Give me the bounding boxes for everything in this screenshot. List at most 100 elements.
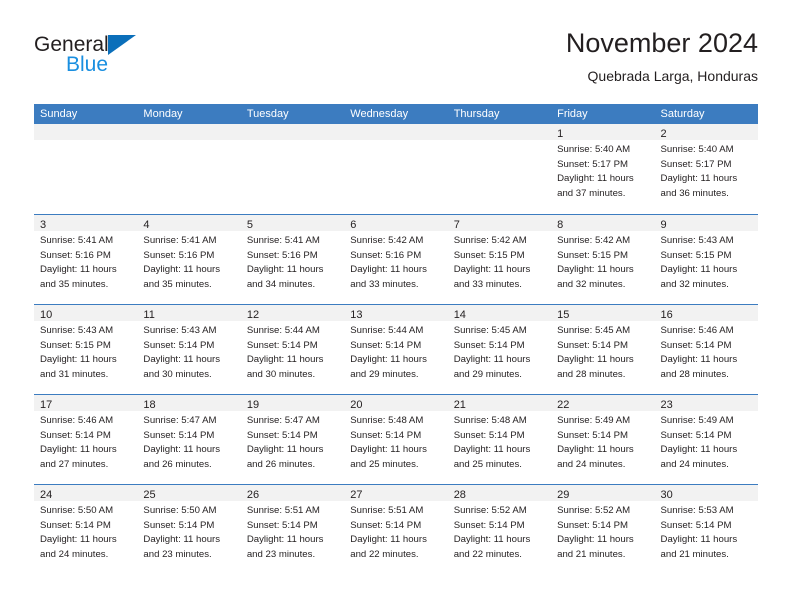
calendar-day-cell[interactable]: 19 Sunrise: 5:47 AM Sunset: 5:14 PM Dayligh…	[240, 395, 345, 484]
calendar-day-cell[interactable]: 3 Sunrise: 5:41 AM Sunset: 5:16 PM Daylight…	[34, 215, 138, 304]
sunrise-text: Sunrise: 5:44 AM	[246, 325, 320, 336]
calendar-day-cell[interactable]: 6 Sunrise: 5:42 AM Sunset: 5:16 PM Daylight…	[344, 215, 448, 304]
day-number: 24	[40, 489, 53, 501]
day-details: Sunrise: 5:47 AM Sunset: 5:14 PM Daylight:…	[241, 411, 344, 472]
daylight-text-line2: and 24 minutes.	[660, 458, 729, 470]
day-details: Sunrise: 5:46 AM Sunset: 5:14 PM Daylight:…	[34, 411, 137, 472]
day-number-band: 16	[654, 305, 758, 321]
calendar-day-cell[interactable]: 11 Sunrise: 5:43 AM Sunset: 5:14 PM Dayligh…	[137, 305, 241, 394]
sunrise-text: Sunrise: 5:46 AM	[40, 415, 114, 426]
calendar-day-cell[interactable]: 5 Sunrise: 5:41 AM Sunset: 5:16 PM Daylight…	[240, 215, 345, 304]
day-details: Sunrise: 5:47 AM Sunset: 5:14 PM Daylight:…	[137, 411, 240, 472]
calendar-cell-empty	[137, 124, 241, 214]
generalblue-logo[interactable]: General Blue	[34, 34, 214, 86]
calendar-day-cell[interactable]: 23 Sunrise: 5:49 AM Sunset: 5:14 PM Dayligh…	[654, 395, 758, 484]
daylight-text-line1: Daylight: 11 hours	[246, 444, 324, 456]
daylight-text-line2: and 35 minutes.	[143, 278, 212, 290]
day-number: 26	[246, 489, 260, 501]
calendar-day-cell[interactable]: 2 Sunrise: 5:40 AM Sunset: 5:17 PM Daylight…	[654, 124, 758, 214]
sunset-text: Sunset: 5:15 PM	[453, 249, 525, 261]
daylight-text-line1: Daylight: 11 hours	[143, 354, 221, 366]
sunrise-text: Sunrise: 5:41 AM	[143, 235, 217, 246]
day-number-band: 28	[447, 485, 552, 501]
calendar-week-row: 3 Sunrise: 5:41 AM Sunset: 5:16 PM Daylight…	[34, 214, 758, 304]
calendar-day-cell[interactable]: 21 Sunrise: 5:48 AM Sunset: 5:14 PM Dayligh…	[447, 395, 552, 484]
day-number-band: 21	[447, 395, 552, 411]
day-number: 19	[246, 399, 260, 411]
calendar-day-cell[interactable]: 1 Sunrise: 5:40 AM Sunset: 5:17 PM Daylight…	[551, 124, 655, 214]
day-details	[137, 140, 240, 143]
day-details: Sunrise: 5:49 AM Sunset: 5:14 PM Daylight:…	[551, 411, 654, 472]
calendar-day-cell[interactable]: 17 Sunrise: 5:46 AM Sunset: 5:14 PM Dayligh…	[34, 395, 138, 484]
sunset-text: Sunset: 5:16 PM	[143, 249, 215, 261]
daylight-text-line2: and 32 minutes.	[557, 278, 626, 290]
calendar-day-cell[interactable]: 13 Sunrise: 5:44 AM Sunset: 5:14 PM Dayligh…	[344, 305, 448, 394]
calendar-day-cell[interactable]: 10 Sunrise: 5:43 AM Sunset: 5:15 PM Dayligh…	[34, 305, 138, 394]
daylight-text-line2: and 22 minutes.	[350, 548, 419, 560]
day-details: Sunrise: 5:50 AM Sunset: 5:14 PM Daylight:…	[137, 501, 240, 562]
page-header: General Blue November 2024 Quebrada Larg…	[34, 26, 758, 98]
daylight-text-line2: and 30 minutes.	[143, 368, 212, 380]
day-number: 25	[143, 489, 156, 501]
sunrise-text: Sunrise: 5:43 AM	[143, 325, 217, 336]
day-number: 16	[660, 309, 673, 321]
daylight-text-line2: and 29 minutes.	[453, 368, 522, 380]
sunset-text: Sunset: 5:17 PM	[660, 158, 732, 170]
daylight-text-line1: Daylight: 11 hours	[453, 534, 531, 546]
day-details: Sunrise: 5:44 AM Sunset: 5:14 PM Daylight:…	[241, 321, 344, 382]
calendar-day-cell[interactable]: 30 Sunrise: 5:53 AM Sunset: 5:14 PM Dayligh…	[654, 485, 758, 574]
sunset-text: Sunset: 5:14 PM	[660, 339, 732, 351]
day-number-band: 2	[654, 124, 758, 140]
day-details: Sunrise: 5:40 AM Sunset: 5:17 PM Daylight:…	[551, 140, 654, 201]
day-number-band: 18	[137, 395, 241, 411]
sunrise-text: Sunrise: 5:50 AM	[143, 505, 217, 516]
calendar-day-cell[interactable]: 26 Sunrise: 5:51 AM Sunset: 5:14 PM Dayligh…	[240, 485, 345, 574]
calendar-day-cell[interactable]: 18 Sunrise: 5:47 AM Sunset: 5:14 PM Dayligh…	[137, 395, 241, 484]
sunrise-text: Sunrise: 5:51 AM	[246, 505, 320, 516]
sunrise-text: Sunrise: 5:45 AM	[557, 325, 631, 336]
daylight-text-line1: Daylight: 11 hours	[660, 173, 738, 185]
day-number: 1	[557, 128, 564, 140]
calendar-day-cell[interactable]: 15 Sunrise: 5:45 AM Sunset: 5:14 PM Dayligh…	[551, 305, 655, 394]
sunrise-text: Sunrise: 5:42 AM	[453, 235, 527, 246]
sunrise-text: Sunrise: 5:50 AM	[40, 505, 114, 516]
daylight-text-line1: Daylight: 11 hours	[40, 534, 117, 546]
daylight-text-line1: Daylight: 11 hours	[40, 354, 117, 366]
calendar-day-cell[interactable]: 20 Sunrise: 5:48 AM Sunset: 5:14 PM Dayligh…	[344, 395, 448, 484]
calendar-day-cell[interactable]: 29 Sunrise: 5:52 AM Sunset: 5:14 PM Dayligh…	[551, 485, 655, 574]
daylight-text-line2: and 30 minutes.	[246, 368, 316, 380]
calendar-day-cell[interactable]: 24 Sunrise: 5:50 AM Sunset: 5:14 PM Dayligh…	[34, 485, 138, 574]
calendar-day-cell[interactable]: 14 Sunrise: 5:45 AM Sunset: 5:14 PM Dayligh…	[447, 305, 552, 394]
daylight-text-line2: and 28 minutes.	[557, 368, 626, 380]
sunrise-text: Sunrise: 5:40 AM	[660, 144, 734, 155]
day-number: 11	[143, 309, 155, 321]
day-details: Sunrise: 5:43 AM Sunset: 5:15 PM Daylight:…	[655, 231, 758, 292]
day-number: 13	[350, 309, 363, 321]
calendar-day-cell[interactable]: 8 Sunrise: 5:42 AM Sunset: 5:15 PM Daylight…	[551, 215, 655, 304]
day-details	[448, 140, 551, 143]
calendar-day-cell[interactable]: 12 Sunrise: 5:44 AM Sunset: 5:14 PM Dayligh…	[240, 305, 345, 394]
calendar-week-row: 10 Sunrise: 5:43 AM Sunset: 5:15 PM Dayligh…	[34, 304, 758, 394]
weekday-header-sunday: Sunday	[40, 108, 78, 120]
day-number: 15	[557, 309, 570, 321]
calendar-weeks: 1 Sunrise: 5:40 AM Sunset: 5:17 PM Daylight…	[34, 124, 758, 574]
calendar-day-cell[interactable]: 4 Sunrise: 5:41 AM Sunset: 5:16 PM Daylight…	[137, 215, 241, 304]
sunset-text: Sunset: 5:14 PM	[40, 429, 111, 441]
day-number-band: 15	[551, 305, 655, 321]
sunset-text: Sunset: 5:14 PM	[350, 429, 422, 441]
sunrise-text: Sunrise: 5:47 AM	[143, 415, 217, 426]
calendar-day-cell[interactable]: 7 Sunrise: 5:42 AM Sunset: 5:15 PM Daylight…	[447, 215, 552, 304]
day-number-band	[137, 124, 241, 140]
day-number: 28	[453, 489, 466, 501]
calendar-day-cell[interactable]: 27 Sunrise: 5:51 AM Sunset: 5:14 PM Dayligh…	[344, 485, 448, 574]
daylight-text-line1: Daylight: 11 hours	[557, 173, 634, 185]
calendar-day-cell[interactable]: 16 Sunrise: 5:46 AM Sunset: 5:14 PM Dayligh…	[654, 305, 758, 394]
sunset-text: Sunset: 5:15 PM	[40, 339, 111, 351]
calendar-day-cell[interactable]: 28 Sunrise: 5:52 AM Sunset: 5:14 PM Dayligh…	[447, 485, 552, 574]
calendar-day-cell[interactable]: 25 Sunrise: 5:50 AM Sunset: 5:14 PM Dayligh…	[137, 485, 241, 574]
sunset-text: Sunset: 5:14 PM	[143, 519, 215, 531]
daylight-text-line2: and 31 minutes.	[40, 368, 109, 380]
calendar-day-cell[interactable]: 22 Sunrise: 5:49 AM Sunset: 5:14 PM Dayligh…	[551, 395, 655, 484]
calendar-day-cell[interactable]: 9 Sunrise: 5:43 AM Sunset: 5:15 PM Daylight…	[654, 215, 758, 304]
day-number-band: 11	[137, 305, 241, 321]
